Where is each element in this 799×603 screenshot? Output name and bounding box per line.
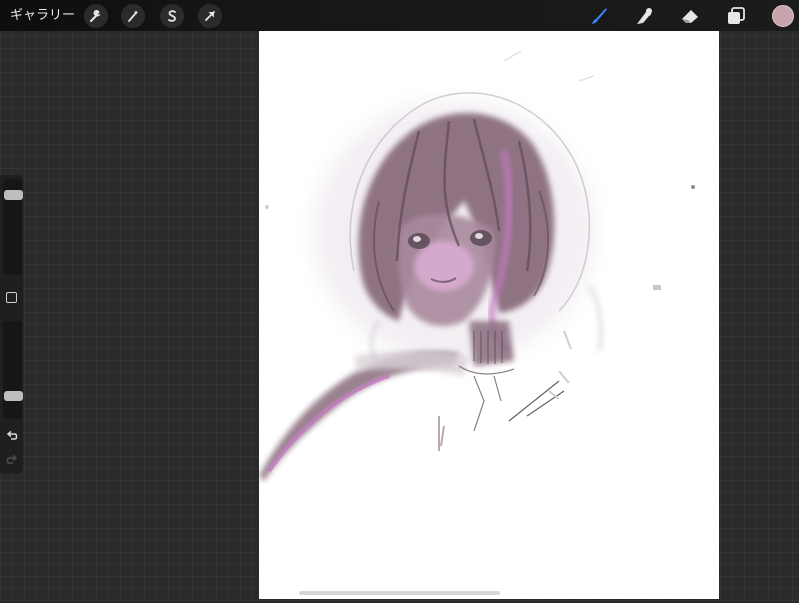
wrench-icon bbox=[90, 10, 101, 22]
layers-button[interactable] bbox=[723, 3, 749, 29]
arrow-cursor-icon bbox=[205, 11, 215, 21]
redo-icon bbox=[6, 454, 18, 464]
magic-wand-icon bbox=[128, 10, 139, 22]
paint-tool-button[interactable] bbox=[586, 3, 612, 29]
redo-button[interactable] bbox=[4, 453, 20, 467]
brush-icon bbox=[592, 8, 607, 24]
drawing-canvas[interactable] bbox=[259, 31, 719, 599]
gallery-button[interactable]: ギャラリー bbox=[10, 6, 75, 26]
selection-button[interactable] bbox=[160, 4, 184, 28]
home-indicator bbox=[299, 591, 500, 595]
brush-opacity-slider[interactable] bbox=[3, 321, 23, 419]
brush-size-thumb[interactable] bbox=[4, 190, 23, 201]
adjustments-button[interactable] bbox=[121, 4, 145, 28]
color-swatch[interactable] bbox=[772, 5, 794, 27]
selection-s-icon bbox=[168, 10, 176, 22]
erase-tool-button[interactable] bbox=[677, 3, 703, 29]
undo-button[interactable] bbox=[4, 429, 20, 443]
layers-icon bbox=[728, 7, 745, 24]
smudge-tool-button[interactable] bbox=[631, 3, 657, 29]
transform-button[interactable] bbox=[198, 4, 222, 28]
eraser-icon bbox=[682, 10, 698, 23]
smudge-icon bbox=[637, 8, 652, 24]
brush-opacity-thumb[interactable] bbox=[4, 390, 23, 401]
left-sidebar bbox=[0, 175, 23, 474]
artwork-sketch bbox=[259, 50, 695, 481]
square-modify-icon[interactable] bbox=[6, 292, 17, 303]
actions-button[interactable] bbox=[84, 4, 108, 28]
brush-size-slider[interactable] bbox=[3, 179, 23, 275]
undo-icon bbox=[6, 430, 18, 440]
top-toolbar: ギャラリー bbox=[0, 0, 799, 31]
